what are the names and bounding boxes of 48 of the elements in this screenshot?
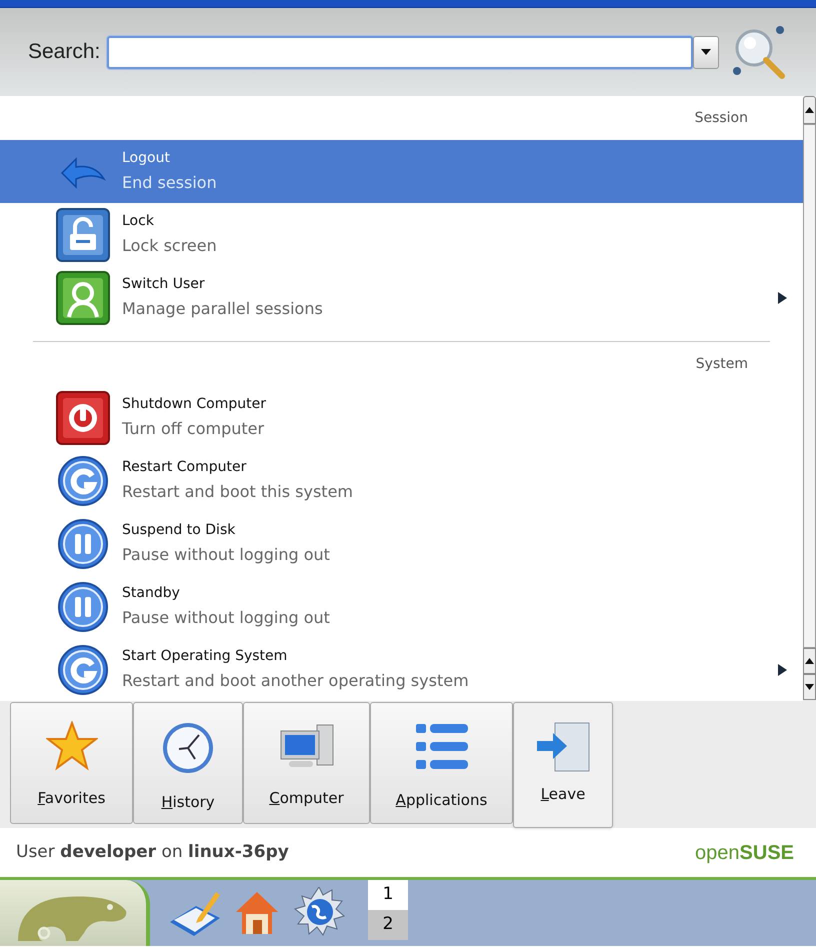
caret-icon — [805, 684, 814, 690]
padlock-icon — [56, 208, 110, 262]
door-arrow-icon — [535, 721, 591, 773]
item-description: Manage parallel sessions — [122, 298, 324, 320]
caret-icon — [805, 107, 814, 113]
scroll-up-button[interactable] — [803, 648, 816, 674]
item-description: Lock screen — [122, 235, 218, 257]
scroll-up-button[interactable] — [803, 96, 816, 124]
user-figure-icon — [56, 270, 110, 324]
item-title: Suspend to Disk — [122, 521, 236, 540]
pause-icon — [56, 516, 110, 570]
item-title: Standby — [122, 584, 181, 603]
desktop-pager-button[interactable]: 1 — [368, 880, 408, 910]
tab[interactable]: Computer — [243, 702, 370, 824]
power-icon — [56, 390, 110, 444]
dropdown-button[interactable] — [693, 36, 719, 68]
desktop-pager-button[interactable]: 2 — [368, 910, 408, 940]
item-title: Restart Computer — [122, 458, 248, 477]
item-title: Lock — [122, 212, 155, 231]
item-title: Shutdown Computer — [122, 395, 267, 414]
tab[interactable]: Favorites — [10, 702, 133, 824]
pause-icon — [56, 580, 110, 634]
start-button[interactable] — [0, 880, 150, 946]
item-title: Logout — [122, 149, 171, 168]
section-heading: Session — [694, 108, 748, 128]
item-description: Turn off computer — [122, 418, 266, 440]
item-title: Switch User — [122, 275, 206, 294]
item-description: Pause without logging out — [122, 607, 331, 629]
scrollbar-thumb[interactable] — [803, 124, 816, 648]
clock-icon — [161, 721, 215, 775]
item-title: Start Operating System — [122, 647, 288, 666]
tab[interactable]: History — [133, 702, 243, 824]
tab[interactable]: Leave — [513, 702, 613, 828]
search-field[interactable] — [107, 36, 693, 68]
item-description: Restart and boot this system — [122, 481, 354, 503]
item-description: Restart and boot another operating system — [122, 670, 470, 692]
tab[interactable]: Applications — [370, 702, 513, 824]
user-host-text: User developer on linux-36py — [16, 840, 289, 864]
item-description: Pause without logging out — [122, 544, 331, 566]
brand-logo: openSUSE — [695, 840, 794, 866]
section-heading: System — [696, 354, 748, 374]
menu-item[interactable]: Logout End session — [0, 140, 803, 203]
star-icon — [46, 721, 98, 771]
search-label: Search: — [28, 39, 100, 66]
item-description: End session — [122, 172, 218, 194]
scroll-down-button[interactable] — [803, 674, 816, 700]
caret-icon — [701, 49, 711, 55]
caret-icon — [805, 658, 814, 664]
